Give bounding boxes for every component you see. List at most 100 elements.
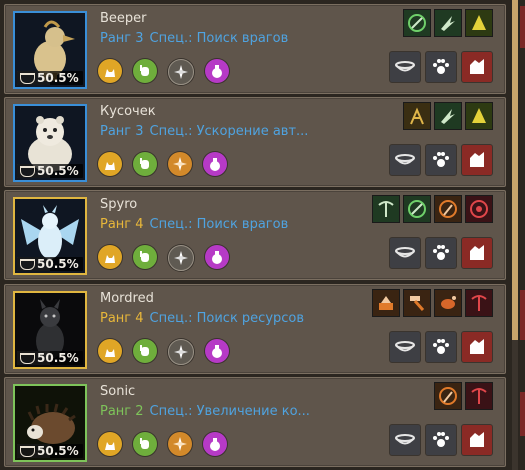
pet-name: Кусочек	[100, 104, 156, 119]
cat-icon[interactable]	[98, 245, 122, 269]
sword-swing-icon[interactable]	[403, 195, 431, 223]
rank-line: Ранг 3 Спец.: Поиск врагов	[100, 31, 288, 46]
cat-icon[interactable]	[98, 432, 122, 456]
paw-button[interactable]	[425, 144, 457, 176]
hand-icon[interactable]	[133, 432, 157, 456]
release-button[interactable]	[461, 237, 493, 269]
bag-icon[interactable]	[203, 432, 227, 456]
scrollbar-thumb[interactable]	[512, 0, 518, 340]
progress-text: 50.5%	[37, 444, 79, 458]
rank-line: Ранг 2 Спец.: Увеличение ко...	[100, 404, 310, 419]
side-panel-edge	[520, 392, 525, 436]
rank-label: Ранг 4	[100, 311, 144, 326]
paw-button[interactable]	[425, 237, 457, 269]
spec-label: Спец.: Ускорение авт...	[149, 124, 309, 139]
ability-icons	[403, 9, 493, 37]
cat-icon[interactable]	[98, 152, 122, 176]
paw-button[interactable]	[425, 424, 457, 456]
pet-name: Spyro	[100, 197, 138, 212]
sword-swing-icon[interactable]	[403, 9, 431, 37]
pet-card[interactable]: 50.5% Beeper Ранг 3 Спец.: Поиск врагов	[4, 4, 506, 94]
pickaxe-icon[interactable]	[372, 195, 400, 223]
feed-bowl-button[interactable]	[389, 424, 421, 456]
pet-card[interactable]: 50.5% Sonic Ранг 2 Спец.: Увеличение ко..…	[4, 377, 506, 467]
pet-name: Beeper	[100, 11, 147, 26]
rank-label: Ранг 3	[100, 124, 144, 139]
pet-portrait[interactable]: 50.5%	[13, 104, 87, 182]
compass-icon[interactable]	[168, 245, 194, 271]
spec-label: Спец.: Поиск ресурсов	[149, 311, 305, 326]
trait-icons	[98, 245, 229, 271]
paw-button[interactable]	[425, 51, 457, 83]
pickaxe-icon[interactable]	[465, 289, 493, 317]
cat-icon[interactable]	[98, 59, 122, 83]
feed-bowl-button[interactable]	[389, 331, 421, 363]
trait-icons	[98, 152, 227, 176]
cat-icon[interactable]	[98, 339, 122, 363]
pet-actions	[389, 331, 493, 363]
release-button[interactable]	[461, 331, 493, 363]
ability-icons	[403, 102, 493, 130]
pet-card[interactable]: 50.5% Mordred Ранг 4 Спец.: Поиск ресурсо…	[4, 284, 506, 374]
pet-card[interactable]: 50.5% Кусочек Ранг 3 Спец.: Ускорение авт…	[4, 97, 506, 187]
pet-actions	[389, 144, 493, 176]
bag-icon[interactable]	[203, 152, 227, 176]
hammer-icon[interactable]	[403, 289, 431, 317]
feed-bowl-button[interactable]	[389, 144, 421, 176]
hand-icon[interactable]	[133, 245, 157, 269]
pet-portrait[interactable]: 50.5%	[13, 291, 87, 369]
ability-icons	[372, 195, 493, 223]
compass-icon[interactable]	[168, 339, 194, 365]
target-icon[interactable]	[465, 195, 493, 223]
food-progress: 50.5%	[17, 71, 83, 85]
pet-actions	[389, 237, 493, 269]
hand-icon[interactable]	[133, 59, 157, 83]
rank-label: Ранг 4	[100, 217, 144, 232]
progress-text: 50.5%	[37, 71, 79, 85]
pet-portrait[interactable]: 50.5%	[13, 11, 87, 89]
bowl-icon	[20, 352, 35, 364]
treasure-find-icon[interactable]	[465, 9, 493, 37]
side-panel-edge	[520, 290, 525, 340]
axe-icon[interactable]	[434, 195, 462, 223]
bag-icon[interactable]	[205, 339, 229, 363]
food-progress: 50.5%	[17, 257, 83, 271]
compass-icon[interactable]	[168, 152, 192, 176]
release-button[interactable]	[461, 424, 493, 456]
axe-icon[interactable]	[434, 382, 462, 410]
rank-label: Ранг 2	[100, 404, 144, 419]
pet-card[interactable]: 50.5% Spyro Ранг 4 Спец.: Поиск врагов	[4, 190, 506, 280]
paw-button[interactable]	[425, 331, 457, 363]
hand-icon[interactable]	[133, 152, 157, 176]
bowl-icon	[20, 258, 35, 270]
progress-text: 50.5%	[37, 164, 79, 178]
compass-icon[interactable]	[168, 59, 194, 85]
trait-icons	[98, 339, 229, 365]
pickaxe-icon[interactable]	[465, 382, 493, 410]
bag-icon[interactable]	[205, 245, 229, 269]
side-panel-edge	[520, 6, 525, 48]
rank-line: Ранг 3 Спец.: Ускорение авт...	[100, 124, 308, 139]
bag-icon[interactable]	[205, 59, 229, 83]
compass-icon[interactable]	[168, 432, 192, 456]
pet-list: 50.5% Beeper Ранг 3 Спец.: Поиск врагов	[0, 0, 508, 470]
rank-line: Ранг 4 Спец.: Поиск ресурсов	[100, 311, 304, 326]
release-button[interactable]	[461, 51, 493, 83]
speed-up-icon[interactable]	[403, 102, 431, 130]
wing-speed-icon[interactable]	[434, 9, 462, 37]
feed-bowl-button[interactable]	[389, 237, 421, 269]
pet-actions	[389, 51, 493, 83]
spec-label: Спец.: Поиск врагов	[149, 31, 289, 46]
meat-icon[interactable]	[434, 289, 462, 317]
trait-icons	[98, 432, 227, 456]
treasure-find-icon[interactable]	[465, 102, 493, 130]
forge-icon[interactable]	[372, 289, 400, 317]
food-progress: 50.5%	[17, 444, 83, 458]
pet-actions	[389, 424, 493, 456]
pet-portrait[interactable]: 50.5%	[13, 384, 87, 462]
hand-icon[interactable]	[133, 339, 157, 363]
pet-portrait[interactable]: 50.5%	[13, 197, 87, 275]
feed-bowl-button[interactable]	[389, 51, 421, 83]
wing-speed-icon[interactable]	[434, 102, 462, 130]
release-button[interactable]	[461, 144, 493, 176]
